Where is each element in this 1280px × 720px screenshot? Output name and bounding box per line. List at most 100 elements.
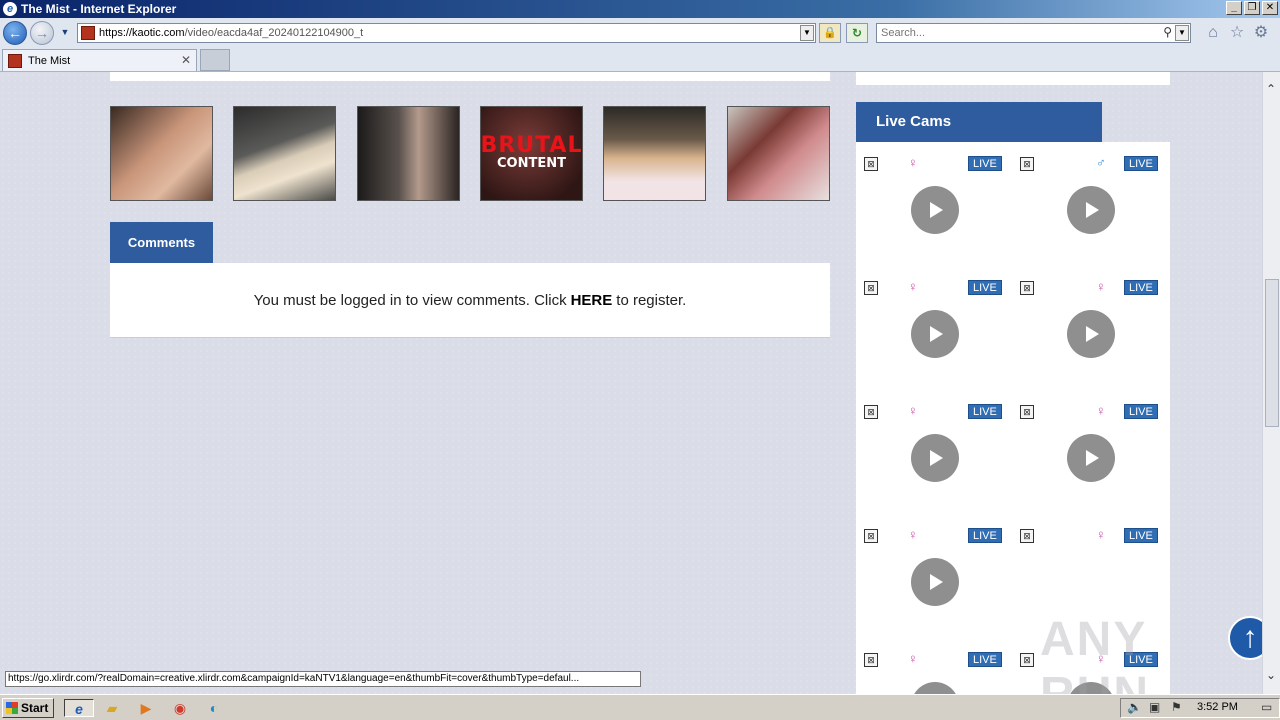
live-cam-card[interactable]: ⊠ ♂ LIVE bbox=[1012, 143, 1162, 253]
related-video-thumbnail[interactable] bbox=[233, 106, 336, 201]
broken-image-icon: ⊠ bbox=[864, 529, 878, 543]
live-badge: LIVE bbox=[968, 156, 1002, 171]
related-videos: BRUTAL CONTENT bbox=[110, 106, 830, 201]
scroll-up-icon[interactable]: ⌃ bbox=[1266, 82, 1276, 96]
back-button[interactable]: ← bbox=[3, 21, 27, 45]
address-path: /video/eacda4af_20240122104900_t bbox=[184, 27, 364, 39]
address-dropdown-icon[interactable]: ▼ bbox=[800, 25, 814, 41]
taskbar-media-player-icon[interactable]: ▶ bbox=[136, 699, 156, 717]
volume-icon[interactable]: 🔈 bbox=[1127, 700, 1142, 714]
female-gender-icon: ♀ bbox=[1096, 279, 1106, 294]
live-cam-card[interactable]: ⊠ ♀ LIVE bbox=[856, 143, 1006, 253]
related-video-thumbnail[interactable] bbox=[603, 106, 706, 201]
live-badge: LIVE bbox=[1124, 404, 1158, 419]
tab-close-icon[interactable]: ✕ bbox=[181, 53, 191, 67]
play-button[interactable] bbox=[911, 682, 959, 694]
taskbar-folder-icon[interactable]: ▰ bbox=[102, 699, 122, 717]
status-bar-url: https://go.xlirdr.com/?realDomain=creati… bbox=[5, 671, 641, 687]
refresh-button[interactable]: ↻ bbox=[846, 23, 868, 43]
female-gender-icon: ♀ bbox=[908, 155, 918, 170]
live-cam-card[interactable]: ⊠ ♀ LIVE bbox=[856, 639, 1006, 694]
favorites-star-icon[interactable]: ☆ bbox=[1228, 24, 1246, 42]
related-video-thumbnail[interactable] bbox=[110, 106, 213, 201]
sidebar-panel-bottom bbox=[856, 72, 1170, 85]
play-button[interactable] bbox=[911, 186, 959, 234]
search-input[interactable] bbox=[877, 24, 1147, 42]
search-dropdown-icon[interactable]: ▼ bbox=[1175, 25, 1189, 41]
comments-message-prefix: You must be logged in to view comments. … bbox=[253, 291, 567, 309]
taskbar-chrome-icon[interactable]: ◉ bbox=[170, 699, 190, 717]
clock: 3:52 PM bbox=[1197, 701, 1238, 713]
broken-image-icon: ⊠ bbox=[1020, 157, 1034, 171]
thumbnail-overlay-line1: BRUTAL bbox=[480, 133, 583, 158]
live-badge: LIVE bbox=[968, 652, 1002, 667]
related-video-thumbnail[interactable]: BRUTAL CONTENT bbox=[480, 106, 583, 201]
new-tab-button[interactable] bbox=[200, 49, 230, 71]
address-url[interactable]: https://kaotic.com/video/eacda4af_202401… bbox=[99, 27, 363, 39]
related-video-thumbnail[interactable] bbox=[357, 106, 460, 201]
live-cam-card[interactable]: ⊠ ♀ LIVE bbox=[1012, 515, 1162, 625]
forward-button[interactable]: → bbox=[30, 21, 54, 45]
title-bar: e The Mist - Internet Explorer _ ❐ ✕ bbox=[0, 0, 1280, 18]
home-icon[interactable]: ⌂ bbox=[1204, 24, 1222, 42]
live-cam-card[interactable]: ⊠ ♀ LIVE bbox=[856, 267, 1006, 377]
broken-image-icon: ⊠ bbox=[1020, 281, 1034, 295]
taskbar-edge-icon[interactable]: ◐ bbox=[204, 699, 224, 717]
minimize-button[interactable]: _ bbox=[1226, 1, 1242, 15]
live-badge: LIVE bbox=[1124, 280, 1158, 295]
address-bar[interactable]: https://kaotic.com/video/eacda4af_202401… bbox=[77, 23, 816, 43]
comments-message-suffix: to register. bbox=[616, 291, 687, 309]
window-title: The Mist - Internet Explorer bbox=[21, 2, 177, 16]
system-tray: 🔈 ▣ ⚑ 3:52 PM ▭ bbox=[1120, 698, 1280, 718]
play-button[interactable] bbox=[911, 558, 959, 606]
comments-box: You must be logged in to view comments. … bbox=[110, 263, 830, 338]
male-gender-icon: ♂ bbox=[1096, 155, 1106, 170]
live-cam-card[interactable]: ⊠ ♀ LIVE bbox=[1012, 391, 1162, 501]
history-dropdown-icon[interactable]: ▼ bbox=[59, 27, 71, 39]
broken-image-icon: ⊠ bbox=[864, 405, 878, 419]
network-icon[interactable]: ▣ bbox=[1149, 700, 1160, 714]
video-panel-bottom bbox=[110, 72, 830, 81]
search-icon[interactable]: ⚲ bbox=[1163, 25, 1172, 39]
tab-bar: The Mist ✕ bbox=[0, 48, 1280, 72]
tab-title: The Mist bbox=[28, 54, 71, 67]
live-cam-card[interactable]: ⊠ ♀ LIVE bbox=[856, 515, 1006, 625]
toolbar-icons: ⌂ ☆ ⚙ bbox=[1204, 24, 1270, 42]
search-box[interactable]: ⚲ ▼ bbox=[876, 23, 1191, 43]
livecams-header: Live Cams bbox=[856, 102, 1102, 142]
broken-image-icon: ⊠ bbox=[1020, 653, 1034, 667]
related-video-thumbnail[interactable] bbox=[727, 106, 830, 201]
female-gender-icon: ♀ bbox=[908, 279, 918, 294]
tab-the-mist[interactable]: The Mist ✕ bbox=[2, 49, 197, 71]
ie-icon: e bbox=[3, 2, 17, 16]
broken-image-icon: ⊠ bbox=[864, 157, 878, 171]
start-button[interactable]: Start bbox=[2, 698, 54, 718]
lock-icon[interactable]: 🔒 bbox=[819, 23, 841, 43]
taskbar-ie-icon[interactable]: e bbox=[64, 699, 94, 717]
flag-icon[interactable]: ⚑ bbox=[1171, 700, 1182, 714]
vertical-scrollbar[interactable]: ⌃ ⌄ bbox=[1262, 72, 1280, 694]
live-cam-card[interactable]: ⊠ ♀ LIVE bbox=[856, 391, 1006, 501]
play-button[interactable] bbox=[1067, 434, 1115, 482]
site-favicon bbox=[81, 26, 95, 40]
tab-favicon bbox=[8, 53, 22, 68]
comments-tab[interactable]: Comments bbox=[110, 222, 213, 263]
close-button[interactable]: ✕ bbox=[1262, 1, 1278, 15]
address-host: https://kaotic.com bbox=[99, 27, 185, 39]
live-badge: LIVE bbox=[968, 528, 1002, 543]
thumbnail-overlay-line2: CONTENT bbox=[497, 156, 566, 171]
restore-button[interactable]: ❐ bbox=[1244, 1, 1260, 15]
scroll-down-icon[interactable]: ⌄ bbox=[1266, 668, 1276, 682]
play-button[interactable] bbox=[911, 310, 959, 358]
live-cam-card[interactable]: ⊠ ♀ LIVE bbox=[1012, 267, 1162, 377]
play-button[interactable] bbox=[911, 434, 959, 482]
gear-icon[interactable]: ⚙ bbox=[1252, 24, 1270, 42]
female-gender-icon: ♀ bbox=[908, 527, 918, 542]
register-link[interactable]: HERE bbox=[571, 292, 613, 309]
show-desktop-icon[interactable]: ▭ bbox=[1261, 700, 1272, 714]
scrollbar-thumb[interactable] bbox=[1265, 279, 1279, 427]
anyrun-watermark: ANY RUN bbox=[1040, 613, 1148, 694]
window-controls: _ ❐ ✕ bbox=[1226, 1, 1278, 15]
play-button[interactable] bbox=[1067, 186, 1115, 234]
play-button[interactable] bbox=[1067, 310, 1115, 358]
